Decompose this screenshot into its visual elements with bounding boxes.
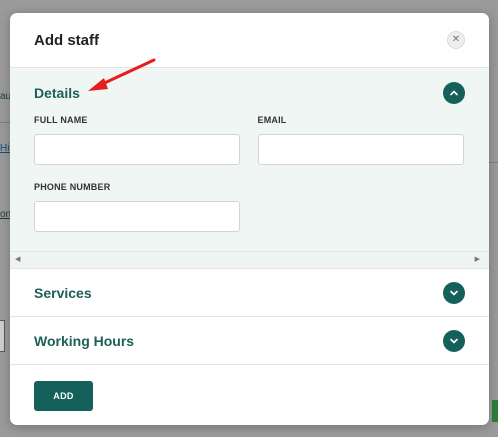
details-section-header[interactable]: Details — [10, 68, 489, 115]
full-name-input[interactable] — [34, 134, 240, 165]
details-fields-row-2: PHONE NUMBER — [10, 182, 489, 232]
close-icon: ✕ — [451, 34, 461, 45]
details-fields-row-1: FULL NAME EMAIL — [10, 115, 489, 165]
email-field-group: EMAIL — [257, 115, 466, 165]
phone-number-label: PHONE NUMBER — [34, 182, 111, 192]
working-hours-section-header[interactable]: Working Hours — [10, 317, 489, 364]
full-name-field-group: FULL NAME — [34, 115, 242, 165]
modal-header: Add staff ✕ — [10, 13, 489, 68]
chevron-up-icon — [450, 90, 458, 96]
phone-number-input[interactable] — [34, 201, 240, 232]
scroll-left-arrow-icon[interactable]: ◀ — [15, 255, 20, 263]
scroll-right-arrow-icon[interactable]: ▶ — [475, 255, 480, 263]
services-section: Services — [10, 269, 489, 317]
full-name-label: FULL NAME — [34, 115, 88, 125]
modal-title: Add staff — [34, 31, 99, 49]
horizontal-scrollbar[interactable]: ◀ ▶ — [10, 251, 489, 268]
background-divider — [488, 162, 498, 163]
working-hours-title: Working Hours — [34, 332, 135, 349]
phone-number-field-group: PHONE NUMBER — [34, 182, 242, 232]
details-toggle-button[interactable] — [443, 82, 465, 104]
background-divider — [0, 122, 10, 123]
details-title: Details — [34, 85, 80, 101]
details-section: Details FULL NAME EMAIL PHONE NUMBER ◀ ▶ — [10, 68, 489, 269]
modal-footer: ADD — [10, 365, 489, 425]
add-staff-modal: Add staff ✕ Details FULL NAME EMAIL PHON… — [10, 13, 489, 425]
chevron-down-icon — [450, 290, 458, 295]
email-label: EMAIL — [257, 115, 287, 125]
background-green-element — [492, 400, 498, 422]
chevron-down-icon — [450, 338, 458, 343]
working-hours-toggle-button[interactable] — [443, 329, 465, 352]
services-section-header[interactable]: Services — [10, 269, 489, 316]
services-title: Services — [34, 284, 92, 301]
add-button[interactable]: ADD — [34, 381, 93, 411]
working-hours-section: Working Hours — [10, 317, 489, 365]
background-box — [0, 320, 5, 352]
email-input[interactable] — [257, 134, 464, 165]
services-toggle-button[interactable] — [443, 281, 465, 304]
close-button[interactable]: ✕ — [447, 31, 465, 49]
